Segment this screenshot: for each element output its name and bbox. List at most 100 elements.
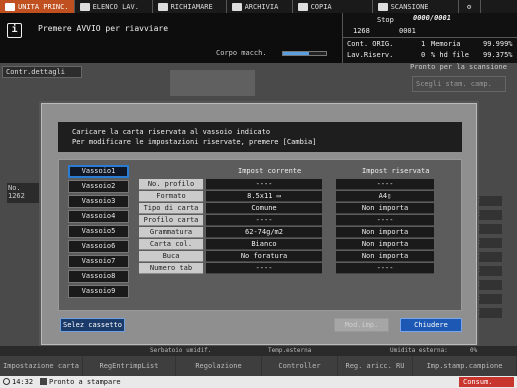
job-list-value: 1262 bbox=[8, 192, 25, 200]
tab-reg-entr-imp-list[interactable]: RegEntrimpList bbox=[83, 356, 176, 376]
tab-unita-princ[interactable]: UNITA PRINC. bbox=[0, 0, 75, 13]
current-value: 8.5x11 ▭ bbox=[206, 191, 322, 202]
machine-icon bbox=[5, 2, 15, 11]
lav-riserv-label: Lav.Riserv. bbox=[347, 51, 394, 59]
scan-icon bbox=[377, 2, 388, 11]
row-label: Tipo di carta bbox=[139, 203, 203, 214]
current-format: 8.5x11 bbox=[247, 192, 273, 200]
count-a: 1268 bbox=[353, 27, 370, 35]
tab-controller[interactable]: Controller bbox=[262, 356, 338, 376]
tab-label: ELENCO LAV. bbox=[92, 2, 139, 11]
tab-reg-aricc-ru[interactable]: Reg. aricc. RU bbox=[338, 356, 413, 376]
tab-label: RICHIAMARE bbox=[170, 2, 213, 11]
tab-label: UNITA PRINC. bbox=[18, 2, 69, 11]
paper-orientation-icon: ▭ bbox=[276, 192, 281, 200]
reserved-value: ---- bbox=[336, 263, 434, 274]
tray-button-2[interactable]: Vassoio2 bbox=[68, 180, 129, 193]
tray-button-3[interactable]: Vassoio3 bbox=[68, 195, 129, 208]
memoria-value: 99.999% bbox=[483, 40, 513, 48]
current-value: ---- bbox=[206, 215, 322, 226]
count-b: 0001 bbox=[399, 27, 416, 35]
scegli-stampa-campione-button[interactable]: Scegli stam. camp. bbox=[412, 76, 506, 92]
status-panel: Stop 0000/0001 1268 0001 Cont. ORIG. 1 M… bbox=[342, 13, 517, 63]
reserved-format: A4 bbox=[378, 192, 388, 200]
close-button[interactable]: Chiudere bbox=[400, 318, 462, 332]
row-label: No. profilo bbox=[139, 179, 203, 190]
tab-archivia[interactable]: ARCHIVIA bbox=[227, 0, 293, 13]
status-grid: Cont. ORIG. 1 Memoria 99.999% Lav.Riserv… bbox=[343, 37, 517, 63]
status-counter: 0000/0001 bbox=[413, 14, 451, 22]
reserved-value: Non importa bbox=[336, 239, 434, 250]
scan-status-text: Pronto per la scansione bbox=[410, 63, 507, 71]
top-tab-bar: UNITA PRINC. ELENCO LAV. RICHIAMARE ARCH… bbox=[0, 0, 517, 13]
consumables-button[interactable]: Consum. bbox=[459, 377, 514, 387]
tray-button-5[interactable]: Vassoio5 bbox=[68, 225, 129, 238]
cont-orig-value: 1 bbox=[421, 40, 426, 48]
row-label: Numero tab bbox=[139, 263, 203, 274]
tab-label: COPIA bbox=[310, 2, 332, 11]
temp-esterna-label: Temp.esterna bbox=[268, 347, 312, 354]
dialog-message-line1: Caricare la carta riservata al vassoio i… bbox=[72, 128, 271, 136]
reserved-value: ---- bbox=[336, 215, 434, 226]
tray-button-1[interactable]: Vassoio1 bbox=[68, 165, 129, 178]
serbatoio-label: Serbatoio umidif. bbox=[150, 347, 212, 354]
status-bar: 14:32 Pronto a stampare bbox=[0, 376, 517, 388]
job-list-header: No. bbox=[8, 184, 21, 192]
tab-label: SCANSIONE bbox=[390, 2, 429, 11]
reserved-value: Non importa bbox=[336, 251, 434, 262]
reserved-value: Non importa bbox=[336, 203, 434, 214]
reserved-value: ---- bbox=[336, 179, 434, 190]
printer-status: Pronto a stampare bbox=[49, 378, 121, 386]
machine-image bbox=[170, 70, 255, 96]
message-bar: i Premere AVVIO per riavviare Corpo macc… bbox=[0, 13, 342, 63]
tray-button-6[interactable]: Vassoio6 bbox=[68, 240, 129, 253]
message-text: Premere AVVIO per riavviare bbox=[38, 24, 169, 33]
clock-time: 14:32 bbox=[12, 378, 34, 386]
lav-riserv-value: 0 bbox=[421, 51, 426, 59]
contr-dettagli-button[interactable]: Contr.dettagli bbox=[2, 66, 82, 78]
clock-icon bbox=[3, 378, 10, 385]
copy-icon bbox=[297, 2, 308, 11]
select-drawer-button[interactable]: Selez cassetto bbox=[60, 318, 125, 332]
current-settings-header: Impost corrente bbox=[238, 167, 302, 175]
row-label: Carta col. bbox=[139, 239, 203, 250]
tab-copia[interactable]: COPIA bbox=[293, 0, 373, 13]
current-value: No foratura bbox=[206, 251, 322, 262]
tray-button-8[interactable]: Vassoio8 bbox=[68, 270, 129, 283]
environment-strip: Serbatoio umidif. Temp.esterna Umidita e… bbox=[0, 346, 517, 356]
row-label: Profilo carta bbox=[139, 215, 203, 226]
modify-settings-button[interactable]: Mod.imp. bbox=[334, 318, 389, 332]
current-value: 62-74g/m2 bbox=[206, 227, 322, 238]
reserved-value: Non importa bbox=[336, 227, 434, 238]
hd-file-label: % hd file bbox=[431, 51, 469, 59]
tab-elenco-lav[interactable]: ELENCO LAV. bbox=[75, 0, 153, 13]
tray-button-4[interactable]: Vassoio4 bbox=[68, 210, 129, 223]
tab-richiamare[interactable]: RICHIAMARE bbox=[153, 0, 227, 13]
paper-orientation-icon: ▯ bbox=[387, 192, 392, 200]
row-label: Grammatura bbox=[139, 227, 203, 238]
hd-file-value: 99.375% bbox=[483, 51, 513, 59]
corpo-progress bbox=[282, 51, 327, 56]
umidita-label: Umidita esterna: bbox=[390, 347, 448, 354]
corpo-label: Corpo macch. bbox=[216, 49, 267, 57]
current-value: ---- bbox=[206, 179, 322, 190]
current-value: Bianco bbox=[206, 239, 322, 250]
tray-button-7[interactable]: Vassoio7 bbox=[68, 255, 129, 268]
settings-tab[interactable]: ⚙ bbox=[459, 0, 481, 13]
tray-button-9[interactable]: Vassoio9 bbox=[68, 285, 129, 298]
tab-scansione[interactable]: SCANSIONE bbox=[373, 0, 459, 13]
info-icon: i bbox=[7, 23, 22, 38]
cont-orig-label: Cont. ORIG. bbox=[347, 40, 394, 48]
current-value: Comune bbox=[206, 203, 322, 214]
dialog-message-line2: Per modificare le impostazioni riservate… bbox=[72, 138, 317, 146]
tab-regolazione[interactable]: Regolazione bbox=[176, 356, 262, 376]
list-icon bbox=[79, 2, 90, 11]
memoria-label: Memoria bbox=[431, 40, 461, 48]
umidita-value: 0% bbox=[470, 347, 478, 354]
tab-impostazione-carta[interactable]: Impostazione carta bbox=[0, 356, 83, 376]
row-label: Buca bbox=[139, 251, 203, 262]
tab-imp-stamp-campione[interactable]: Imp.stamp.campione bbox=[413, 356, 517, 376]
status-state: Stop bbox=[377, 16, 394, 24]
background-job-list: No. 1262 bbox=[7, 183, 41, 203]
dialog-message: Caricare la carta riservata al vassoio i… bbox=[58, 122, 462, 152]
